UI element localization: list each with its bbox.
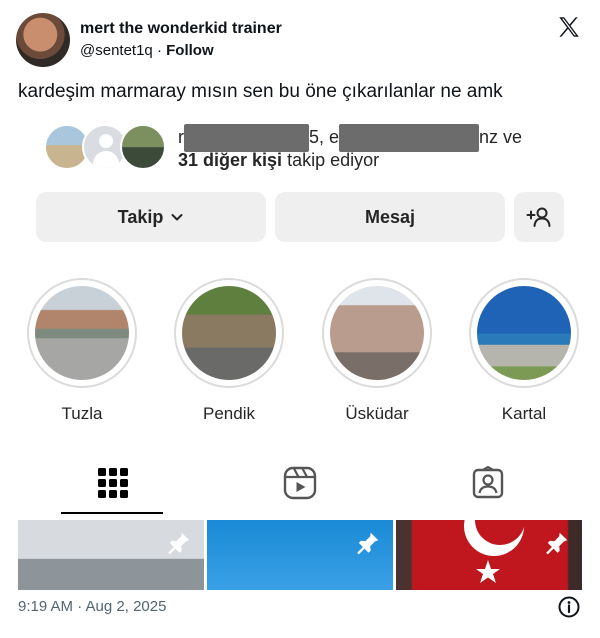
following-button[interactable]: Takip <box>36 192 266 242</box>
add-person-icon <box>526 207 551 227</box>
author-avatar[interactable] <box>16 13 70 67</box>
x-logo-icon[interactable] <box>556 14 582 40</box>
highlight-pendik[interactable]: Pendik <box>170 278 288 424</box>
message-button[interactable]: Mesaj <box>275 192 505 242</box>
followed-by-count-line: 31 diğer kişi takip ediyor <box>178 150 379 171</box>
pinned-posts <box>18 520 582 590</box>
separator: · <box>156 42 162 59</box>
redacted-name <box>339 124 480 152</box>
reels-icon <box>283 466 317 500</box>
post-thumbnail[interactable] <box>207 520 393 590</box>
highlight-label: Kartal <box>501 404 547 423</box>
followed-by-suffix: nz ve <box>479 126 523 147</box>
highlight-cover <box>35 286 129 380</box>
highlight-uskudar[interactable]: Üsküdar <box>318 278 436 424</box>
chevron-down-icon <box>171 214 183 221</box>
tab-tagged[interactable] <box>438 452 538 514</box>
author-handle[interactable]: @sentet1q <box>80 42 153 59</box>
embedded-screenshot[interactable]: r 5, e nz ve 31 diğer kişi takip ediyor Ta… <box>18 112 582 590</box>
message-label: Mesaj <box>364 206 416 227</box>
follower-avatar <box>120 124 166 170</box>
tab-reels[interactable] <box>250 452 350 514</box>
highlight-cover <box>182 286 276 380</box>
highlight-kartal[interactable]: Kartal <box>465 278 582 424</box>
follow-link[interactable]: Follow <box>166 42 214 59</box>
highlight-cover <box>330 286 424 380</box>
handle-row: @sentet1q · Follow <box>80 42 214 59</box>
pin-icon <box>168 532 190 555</box>
highlight-label: Tuzla <box>61 404 103 423</box>
followed-by-line: r 5, e nz ve <box>178 124 522 152</box>
grid-icon <box>98 468 128 498</box>
post-thumbnail[interactable] <box>18 520 204 590</box>
tab-posts-grid[interactable] <box>63 452 163 514</box>
post-thumbnail[interactable] <box>396 520 582 590</box>
highlight-cover <box>477 286 571 380</box>
tagged-icon <box>472 466 504 499</box>
followed-by-mid: 5, e <box>309 126 340 147</box>
tweet-text: kardeşim marmaray mısın sen bu öne çıkar… <box>18 81 503 102</box>
mutual-follower-avatars <box>44 124 166 170</box>
active-tab-indicator <box>61 512 163 514</box>
followed-by-tail: takip ediyor <box>287 150 380 170</box>
redacted-name <box>184 124 309 152</box>
highlight-tuzla[interactable]: Tuzla <box>23 278 141 424</box>
highlight-label: Pendik <box>203 404 255 423</box>
followed-by-count: 31 diğer kişi <box>178 150 283 170</box>
pin-icon <box>357 532 379 555</box>
author-name[interactable]: mert the wonderkid trainer <box>80 20 282 38</box>
suggest-people-button[interactable] <box>514 192 564 242</box>
pin-icon <box>546 532 568 555</box>
tweet-timestamp[interactable]: 9:19 AM · Aug 2, 2025 <box>18 598 166 615</box>
following-label: Takip <box>117 206 164 227</box>
highlight-label: Üsküdar <box>345 404 409 423</box>
info-icon[interactable] <box>558 596 580 618</box>
profile-tabs <box>18 452 582 514</box>
